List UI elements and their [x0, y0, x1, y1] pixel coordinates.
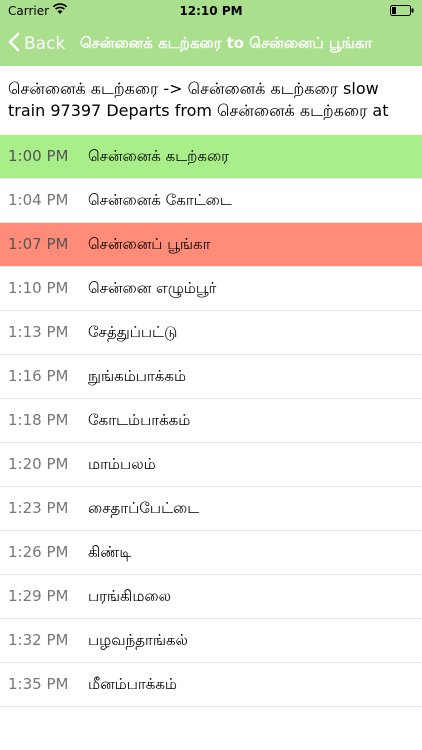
page-title: சென்னைக் கடற்கரை to சென்னைப் பூங்கா — [80, 34, 373, 52]
stop-station: சைதாப்பேட்டை — [88, 499, 200, 517]
stop-station: சென்னைக் கோட்டை — [88, 191, 232, 209]
stop-station: சென்னை எழும்பூர் — [88, 279, 217, 297]
chevron-left-icon — [8, 32, 20, 56]
stop-row[interactable]: 1:18 PM கோடம்பாக்கம் — [0, 399, 422, 443]
back-button[interactable]: Back — [8, 30, 65, 58]
stop-row[interactable]: 1:32 PM பழவந்தாங்கல் — [0, 619, 422, 663]
status-time: 12:10 PM — [179, 4, 243, 18]
stop-time: 1:26 PM — [8, 543, 69, 561]
stop-row[interactable]: 1:26 PM கிண்டி — [0, 531, 422, 575]
stop-station: சேத்துப்பட்டு — [88, 323, 178, 341]
stop-station: கிண்டி — [88, 543, 132, 561]
stop-row[interactable]: 1:23 PM சைதாப்பேட்டை — [0, 487, 422, 531]
stop-time: 1:20 PM — [8, 455, 69, 473]
stop-row[interactable]: 1:13 PM சேத்துப்பட்டு — [0, 311, 422, 355]
stop-station: நுங்கம்பாக்கம் — [88, 367, 187, 385]
stop-time: 1:10 PM — [8, 279, 69, 297]
stop-row[interactable]: 1:10 PM சென்னை எழும்பூர் — [0, 267, 422, 311]
stop-time: 1:35 PM — [8, 675, 69, 693]
back-label: Back — [24, 34, 66, 54]
stop-row[interactable]: 1:16 PM நுங்கம்பாக்கம் — [0, 355, 422, 399]
stop-time: 1:16 PM — [8, 367, 69, 385]
stop-station: சென்னைப் பூங்கா — [88, 235, 211, 253]
stop-station: பழவந்தாங்கல் — [88, 631, 189, 649]
stop-time: 1:18 PM — [8, 411, 69, 429]
stop-row[interactable]: 1:29 PM பரங்கிமலை — [0, 575, 422, 619]
stop-time: 1:13 PM — [8, 323, 69, 341]
stop-row[interactable]: 1:04 PM சென்னைக் கோட்டை — [0, 179, 422, 223]
stop-time: 1:23 PM — [8, 499, 69, 517]
stop-list: 1:00 PM சென்னைக் கடற்கரை 1:04 PM சென்னைக… — [0, 135, 422, 707]
train-description: சென்னைக் கடற்கரை -> சென்னைக் கடற்கரை slo… — [8, 78, 414, 122]
stop-time: 1:00 PM — [8, 147, 69, 165]
stop-station: பரங்கிமலை — [88, 587, 172, 605]
stop-station: மாம்பலம் — [88, 455, 156, 473]
stop-time: 1:32 PM — [8, 631, 69, 649]
status-bar: Carrier 12:10 PM — [0, 0, 422, 22]
stop-row[interactable]: 1:35 PM மீனம்பாக்கம் — [0, 663, 422, 707]
stop-row[interactable]: 1:00 PM சென்னைக் கடற்கரை — [0, 135, 422, 179]
stop-time: 1:07 PM — [8, 235, 69, 253]
stop-time: 1:29 PM — [8, 587, 69, 605]
stop-row[interactable]: 1:20 PM மாம்பலம் — [0, 443, 422, 487]
train-description-line-2: train 97397 Departs from சென்னைக் கடற்கர… — [8, 101, 389, 120]
battery-icon — [390, 5, 414, 19]
stop-station: சென்னைக் கடற்கரை — [88, 147, 229, 165]
train-description-line-1: சென்னைக் கடற்கரை -> சென்னைக் கடற்கரை slo… — [8, 79, 379, 98]
stop-row[interactable]: 1:07 PM சென்னைப் பூங்கா — [0, 223, 422, 267]
navigation-bar: Back சென்னைக் கடற்கரை to சென்னைப் பூங்கா — [0, 22, 422, 66]
stop-time: 1:04 PM — [8, 191, 69, 209]
stop-station: கோடம்பாக்கம் — [88, 411, 191, 429]
stop-station: மீனம்பாக்கம் — [88, 675, 177, 693]
